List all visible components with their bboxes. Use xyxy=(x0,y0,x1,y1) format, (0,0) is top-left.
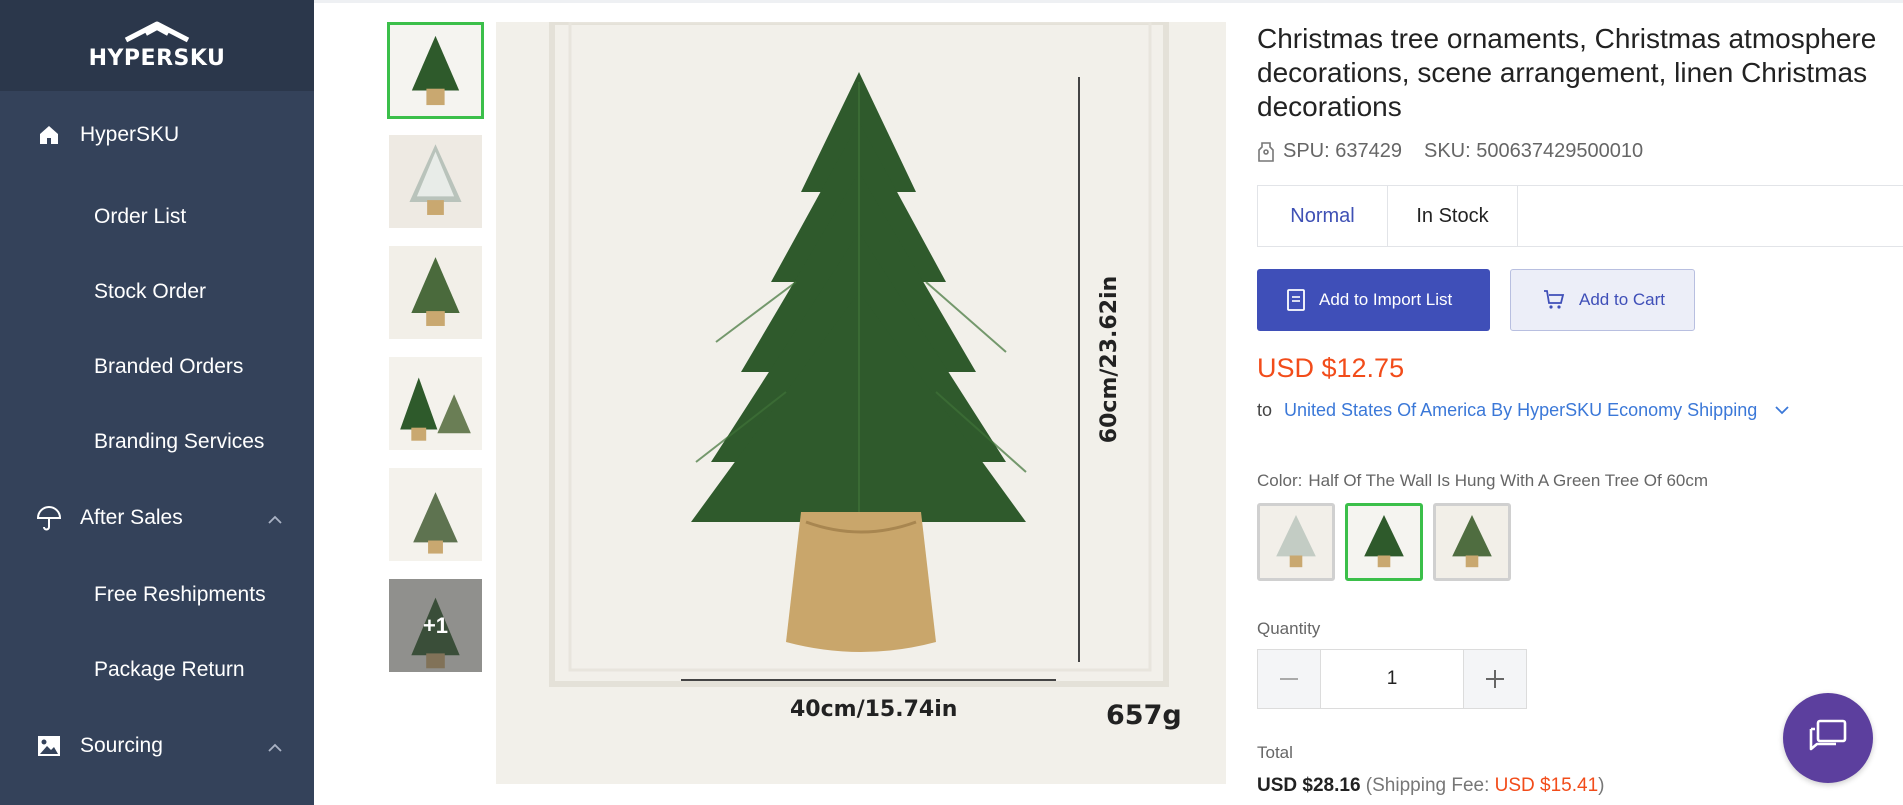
shipping-destination-link[interactable]: United States Of America By HyperSKU Eco… xyxy=(1284,400,1757,421)
ship-to-label: to xyxy=(1257,400,1273,420)
shipping-fee-label: (Shipping Fee: xyxy=(1365,775,1490,796)
spu-text: SPU: 637429 xyxy=(1283,140,1402,162)
sidebar-item-stock-order[interactable]: Stock Order xyxy=(0,254,314,329)
thumbnail-2[interactable] xyxy=(387,133,484,230)
sidebar-item-branding-services[interactable]: Branding Services xyxy=(0,404,314,479)
tab-in-stock[interactable]: In Stock xyxy=(1388,186,1518,246)
sidebar-item-package-return[interactable]: Package Return xyxy=(0,632,314,707)
decrement-button[interactable] xyxy=(1258,650,1320,708)
width-dimension-label: 40cm/15.74in xyxy=(790,697,958,722)
add-to-import-list-button[interactable]: Add to Import List xyxy=(1257,269,1490,331)
product-title-line: decorations xyxy=(1257,91,1402,122)
sidebar-item-label: HyperSKU xyxy=(80,123,180,146)
height-dimension-label: 60cm/23.62in xyxy=(1097,275,1123,444)
color-swatch-green-tree[interactable] xyxy=(1345,503,1423,581)
shipping-selector: to United States Of America By HyperSKU … xyxy=(1257,400,1903,421)
logo[interactable]: HYPERSKU xyxy=(0,0,314,91)
product-title: Christmas tree ornaments, Christmas atmo… xyxy=(1257,22,1903,124)
thumbnail-5[interactable] xyxy=(387,466,484,563)
minus-icon xyxy=(1280,678,1298,680)
sidebar-group-label: After Sales xyxy=(80,506,183,529)
weight-label: 657g xyxy=(1106,700,1182,731)
sidebar-item-order-list[interactable]: Order List xyxy=(0,179,314,254)
sidebar-group-sourcing[interactable]: Sourcing xyxy=(0,707,314,785)
action-buttons: Add to Import List Add to Cart xyxy=(1257,269,1903,331)
image-icon xyxy=(36,733,62,759)
add-to-cart-label: Add to Cart xyxy=(1579,290,1665,309)
add-to-import-list-label: Add to Import List xyxy=(1319,290,1453,309)
product-ids: SPU: 637429 SKU: 500637429500010 xyxy=(1257,140,1903,163)
add-to-cart-button[interactable]: Add to Cart xyxy=(1510,269,1695,331)
home-icon xyxy=(36,122,62,148)
color-option-row: Color: Half Of The Wall Is Hung With A Gr… xyxy=(1257,471,1903,491)
shipping-fee-close: ) xyxy=(1598,775,1605,796)
product-title-line: Christmas tree ornaments, Christmas atmo… xyxy=(1257,23,1877,54)
color-label: Color: xyxy=(1257,471,1303,490)
sidebar: HYPERSKU HyperSKU Order List Stock Order… xyxy=(0,0,314,805)
umbrella-icon xyxy=(36,505,62,531)
product-price: USD $12.75 xyxy=(1257,353,1405,383)
sidebar-item-branded-orders[interactable]: Branded Orders xyxy=(0,329,314,404)
product-title-line: decorations, scene arrangement, linen Ch… xyxy=(1257,57,1868,88)
quantity-stepper: 1 xyxy=(1257,649,1527,709)
chat-button[interactable] xyxy=(1783,693,1873,783)
quantity-input[interactable]: 1 xyxy=(1320,650,1464,708)
sidebar-group-after-sales[interactable]: After Sales xyxy=(0,479,314,557)
sidebar-group-label: Sourcing xyxy=(80,734,163,757)
sku-text: SKU: 500637429500010 xyxy=(1423,140,1644,162)
color-value: Half Of The Wall Is Hung With A Green Tr… xyxy=(1308,471,1709,490)
thumbnail-list: +1 xyxy=(387,22,484,688)
plus-icon xyxy=(1486,670,1504,688)
more-images-count: +1 xyxy=(389,579,482,672)
chat-icon xyxy=(1809,719,1847,751)
stock-type-tabs: Normal In Stock xyxy=(1257,185,1903,247)
sidebar-item-free-reshipments[interactable]: Free Reshipments xyxy=(0,557,314,632)
thumbnail-1[interactable] xyxy=(387,22,484,119)
chevron-up-icon xyxy=(268,734,282,758)
document-icon xyxy=(1287,289,1305,311)
product-info: Christmas tree ornaments, Christmas atmo… xyxy=(1257,0,1903,797)
color-swatch-lit-tree[interactable] xyxy=(1433,503,1511,581)
main-product-image[interactable]: 60cm/23.62in 40cm/15.74in 657g xyxy=(496,22,1226,784)
thumbnail-more[interactable]: +1 xyxy=(387,577,484,674)
increment-button[interactable] xyxy=(1464,650,1526,708)
thumbnail-4[interactable] xyxy=(387,355,484,452)
chevron-down-icon[interactable] xyxy=(1775,406,1789,415)
shipping-fee-value: USD $15.41 xyxy=(1494,775,1599,796)
thumbnail-3[interactable] xyxy=(387,244,484,341)
tab-normal[interactable]: Normal xyxy=(1258,186,1388,246)
color-swatch-white-tree[interactable] xyxy=(1257,503,1335,581)
chevron-up-icon xyxy=(268,506,282,530)
sidebar-item-home[interactable]: HyperSKU xyxy=(0,91,314,179)
cart-icon xyxy=(1543,289,1565,311)
total-row: USD $28.16 (Shipping Fee: USD $15.41) xyxy=(1257,775,1903,797)
total-value: USD $28.16 xyxy=(1257,775,1361,796)
color-swatches xyxy=(1257,503,1903,581)
quantity-label: Quantity xyxy=(1257,619,1321,638)
logo-text: HYPERSKU xyxy=(88,46,226,71)
logo-roof-icon xyxy=(124,21,190,43)
tag-icon xyxy=(1258,141,1274,162)
